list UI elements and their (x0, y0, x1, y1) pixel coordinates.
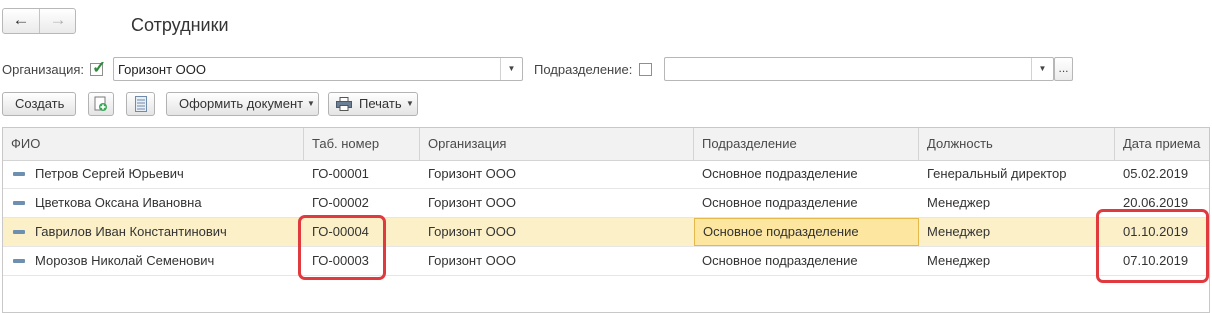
chevron-down-icon: ▼ (406, 99, 414, 108)
department-field[interactable]: ▼ (664, 57, 1054, 81)
table-row[interactable]: Петров Сергей Юрьевич ГО-00001 Горизонт … (3, 160, 1209, 189)
organization-field[interactable]: Горизонт ООО ▼ (113, 57, 523, 81)
chevron-down-icon: ▼ (307, 99, 315, 108)
column-header-tab-number[interactable]: Таб. номер (304, 128, 420, 160)
list-icon (135, 96, 147, 112)
cell-organization: Горизонт ООО (428, 253, 517, 268)
nav-buttons: ← → (2, 8, 76, 34)
page-title: Сотрудники (131, 15, 229, 35)
organization-checkbox[interactable]: ✓ (90, 58, 106, 77)
chevron-down-icon[interactable]: ▼ (1031, 58, 1053, 80)
cell-fio: Морозов Николай Семенович (35, 253, 215, 268)
department-label: Подразделение: (534, 62, 633, 77)
table-row-selected[interactable]: Гаврилов Иван Константинович ГО-00004 Го… (3, 218, 1209, 247)
select-more-button[interactable]: ... (1054, 57, 1073, 81)
cell-organization: Горизонт ООО (428, 195, 517, 210)
row-item-icon (13, 201, 25, 205)
list-settings-button[interactable] (126, 92, 155, 116)
department-checkbox[interactable] (639, 63, 652, 76)
cell-fio: Цветкова Оксана Ивановна (35, 195, 202, 210)
cell-fio: Петров Сергей Юрьевич (35, 166, 184, 181)
cell-tab-number: ГО-00001 (312, 166, 369, 181)
organization-label: Организация: (2, 62, 85, 77)
employees-table[interactable]: ФИО Таб. номер Организация Подразделение… (2, 127, 1210, 313)
column-header-fio[interactable]: ФИО (3, 128, 304, 160)
highlight-frame-tab-numbers (298, 215, 386, 280)
organization-value: Горизонт ООО (118, 62, 207, 77)
table-header: ФИО Таб. номер Организация Подразделение… (3, 128, 1209, 161)
cell-position: Генеральный директор (927, 166, 1067, 181)
row-item-icon (13, 259, 25, 263)
cell-department: Основное подразделение (702, 166, 858, 181)
row-item-icon (13, 230, 25, 234)
forward-arrow-icon[interactable]: → (40, 9, 76, 33)
checkmark-icon: ✓ (92, 58, 107, 77)
cell-position: Менеджер (927, 224, 991, 239)
cell-department: Основное подразделение (702, 195, 858, 210)
print-label: Печать (359, 96, 402, 111)
format-document-button[interactable]: Оформить документ ▼ (166, 92, 319, 116)
column-header-organization[interactable]: Организация (420, 128, 694, 160)
format-document-label: Оформить документ (179, 96, 304, 111)
cell-hire-date: 05.02.2019 (1123, 166, 1189, 181)
print-button[interactable]: Печать ▼ (328, 92, 418, 116)
cell-department: Основное подразделение (702, 253, 858, 268)
cell-department-current[interactable]: Основное подразделение (694, 218, 919, 246)
create-button-label: Создать (15, 96, 65, 111)
table-row[interactable]: Морозов Николай Семенович ГО-00003 Гориз… (3, 247, 1209, 276)
cell-tab-number: ГО-00002 (312, 195, 369, 210)
create-button[interactable]: Создать (2, 92, 76, 116)
column-header-department[interactable]: Подразделение (694, 128, 919, 160)
printer-icon (336, 97, 352, 111)
back-arrow-icon[interactable]: ← (3, 9, 40, 33)
column-header-hire-date[interactable]: Дата приема (1115, 128, 1209, 160)
cell-position: Менеджер (927, 253, 991, 268)
row-item-icon (13, 172, 25, 176)
add-from-copy-button[interactable] (88, 92, 114, 116)
highlight-frame-hire-dates (1096, 209, 1209, 283)
table-row[interactable]: Цветкова Оксана Ивановна ГО-00002 Горизо… (3, 189, 1209, 218)
chevron-down-icon[interactable]: ▼ (500, 58, 522, 80)
cell-fio: Гаврилов Иван Константинович (35, 224, 227, 239)
cell-position: Менеджер (927, 195, 991, 210)
cell-organization: Горизонт ООО (428, 224, 517, 239)
cell-organization: Горизонт ООО (428, 166, 517, 181)
column-header-position[interactable]: Должность (919, 128, 1115, 160)
document-add-icon (94, 96, 107, 111)
